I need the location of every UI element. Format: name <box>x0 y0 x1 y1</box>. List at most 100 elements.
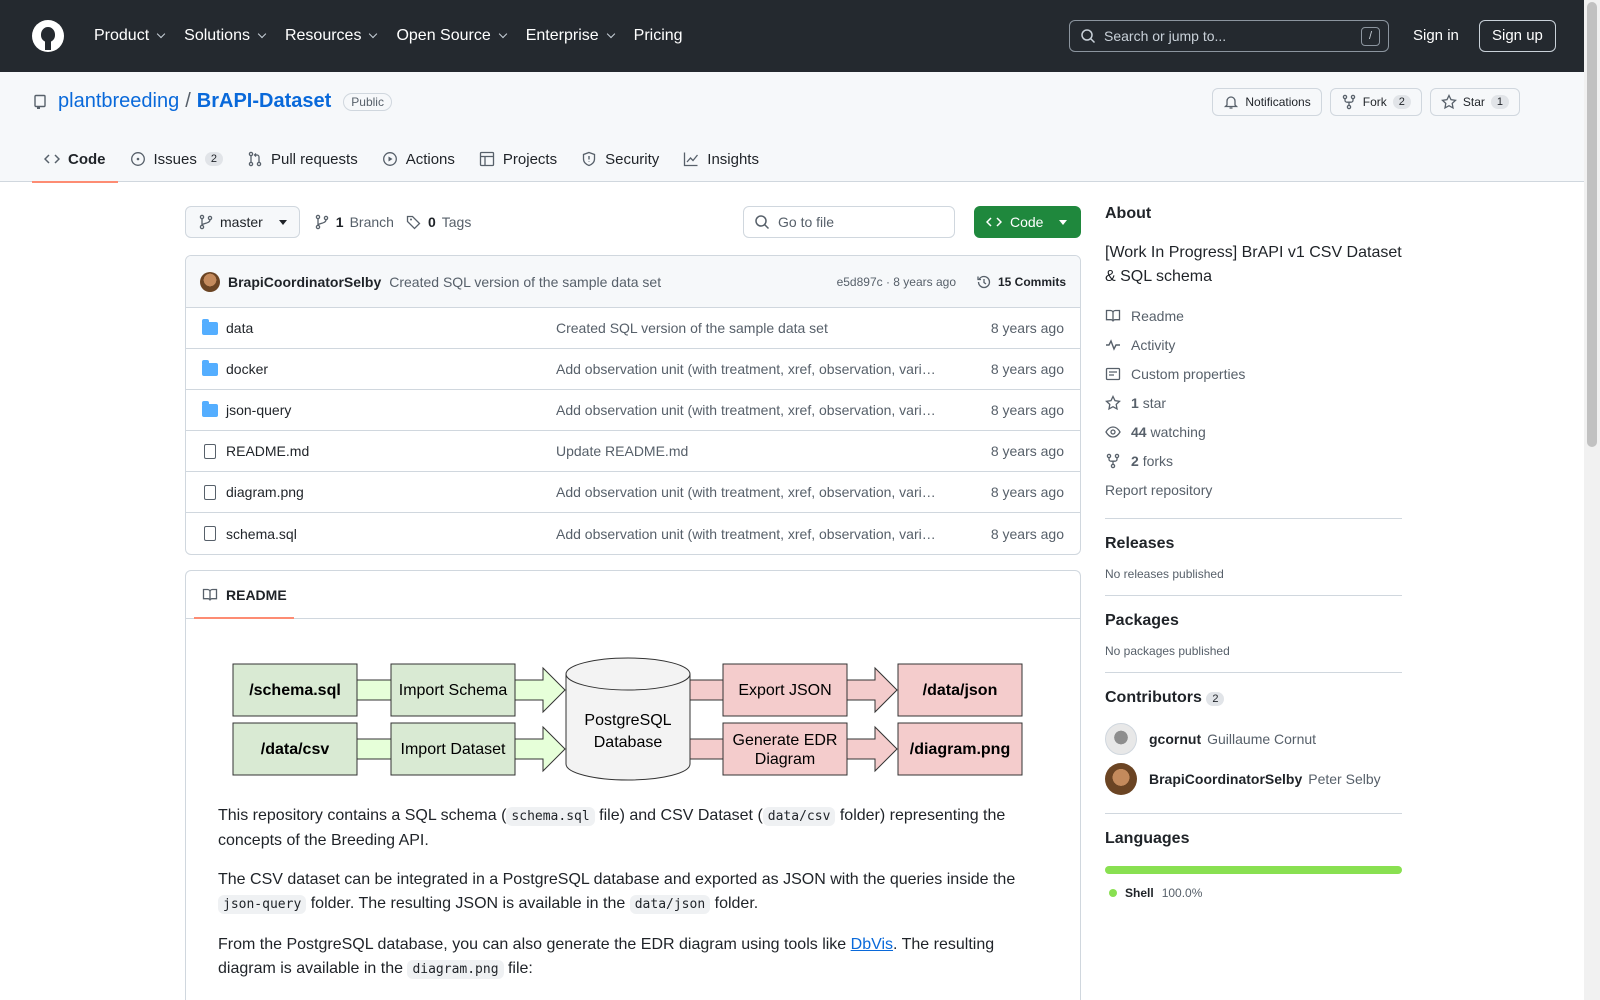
fork-icon <box>1105 453 1121 469</box>
commit-sha-link[interactable]: e5d897c · 8 years ago <box>837 275 956 289</box>
search-icon <box>754 214 770 230</box>
readme-link[interactable]: Readme <box>1105 301 1402 330</box>
file-commit-message[interactable]: Add observation unit (with treatment, xr… <box>556 361 936 377</box>
custom-properties-link[interactable]: Custom properties <box>1105 359 1402 388</box>
file-row[interactable]: schema.sql Add observation unit (with tr… <box>186 513 1080 554</box>
chevron-down-icon <box>156 29 166 39</box>
contributors-list: gcornut Guillaume Cornut BrapiCoordinato… <box>1105 719 1402 799</box>
fork-button[interactable]: Fork 2 <box>1329 88 1422 116</box>
releases-heading[interactable]: Releases <box>1105 535 1402 553</box>
fork-count: 2 <box>1392 95 1411 109</box>
contributors-heading[interactable]: Contributors 2 <box>1105 689 1402 707</box>
file-row[interactable]: data Created SQL version of the sample d… <box>186 308 1080 349</box>
file-name-link[interactable]: data <box>226 320 556 336</box>
tags-link[interactable]: 0 Tags <box>406 214 471 230</box>
tab-code[interactable]: Code <box>32 136 118 183</box>
packages-empty: No packages published <box>1105 644 1230 658</box>
nav-enterprise[interactable]: Enterprise <box>518 20 622 52</box>
contributor-item[interactable]: BrapiCoordinatorSelby Peter Selby <box>1105 759 1402 799</box>
connector-arrow <box>356 738 392 760</box>
file-age: 8 years ago <box>990 525 1064 542</box>
watchers-link[interactable]: 44 watching <box>1105 417 1402 446</box>
nav-product[interactable]: Product <box>86 20 172 52</box>
stars-link[interactable]: 1 star <box>1105 388 1402 417</box>
commits-history-link[interactable]: 15 Commits <box>976 274 1066 290</box>
inline-code: data/csv <box>762 807 836 826</box>
code-download-button[interactable]: Code <box>974 206 1081 238</box>
connector-arrow <box>689 679 724 701</box>
nav-pricing[interactable]: Pricing <box>626 20 691 52</box>
star-button[interactable]: Star 1 <box>1429 88 1520 116</box>
tab-actions[interactable]: Actions <box>370 136 467 182</box>
tab-pull-requests[interactable]: Pull requests <box>235 136 370 182</box>
language-item[interactable]: Shell 100.0% <box>1105 886 1402 900</box>
github-logo-icon[interactable] <box>32 20 64 52</box>
about-links: Readme Activity Custom properties 1 star… <box>1105 301 1402 504</box>
file-commit-message[interactable]: Add observation unit (with treatment, xr… <box>556 402 936 418</box>
page-scrollbar[interactable] <box>1584 0 1600 1000</box>
issues-count: 2 <box>204 152 223 166</box>
dbvis-link[interactable]: DbVis <box>851 936 893 953</box>
nav-solutions[interactable]: Solutions <box>176 20 273 52</box>
file-row[interactable]: diagram.png Add observation unit (with t… <box>186 472 1080 513</box>
tab-insights[interactable]: Insights <box>671 136 771 182</box>
repo-sidebar: About [Work In Progress] BrAPI v1 CSV Da… <box>1105 205 1402 900</box>
file-commit-message[interactable]: Add observation unit (with treatment, xr… <box>556 484 936 500</box>
tab-projects[interactable]: Projects <box>467 136 569 182</box>
forks-link[interactable]: 2 forks <box>1105 446 1402 475</box>
divider <box>1105 813 1402 814</box>
file-name-link[interactable]: docker <box>226 361 556 377</box>
packages-heading[interactable]: Packages <box>1105 612 1402 630</box>
global-search-input[interactable]: Search or jump to... / <box>1069 20 1389 52</box>
git-branch-icon <box>198 214 214 230</box>
readme-tab[interactable]: README <box>186 571 1080 619</box>
sign-up-button[interactable]: Sign up <box>1479 20 1556 52</box>
repo-icon <box>32 94 48 110</box>
nav-open-source[interactable]: Open Source <box>388 20 513 52</box>
avatar[interactable] <box>200 271 220 292</box>
file-name-link[interactable]: README.md <box>226 443 556 459</box>
chevron-down-icon <box>369 29 378 39</box>
nav-resources[interactable]: Resources <box>277 20 384 52</box>
tag-icon <box>406 214 422 230</box>
import-dataset-label: Import Dataset <box>401 741 506 758</box>
file-row[interactable]: docker Add observation unit (with treatm… <box>186 349 1080 390</box>
arrow-right <box>514 666 566 714</box>
repo-name-link[interactable]: BrAPI-Dataset <box>197 90 331 113</box>
contributor-item[interactable]: gcornut Guillaume Cornut <box>1105 719 1402 759</box>
activity-link[interactable]: Activity <box>1105 330 1402 359</box>
contributors-count: 2 <box>1206 692 1225 706</box>
eye-icon <box>1105 424 1121 440</box>
file-name-link[interactable]: schema.sql <box>226 526 556 542</box>
commit-author-link[interactable]: BrapiCoordinatorSelby <box>228 274 381 290</box>
branch-select-button[interactable]: master <box>185 206 300 238</box>
avatar <box>1105 763 1137 795</box>
report-repository-link[interactable]: Report repository <box>1105 475 1402 504</box>
file-browser: BrapiCoordinatorSelby Created SQL versio… <box>185 255 1081 555</box>
repo-owner-link[interactable]: plantbreeding <box>58 90 179 113</box>
file-row[interactable]: json-query Add observation unit (with tr… <box>186 390 1080 431</box>
chevron-down-icon <box>257 29 267 39</box>
file-row[interactable]: README.md Update README.md 8 years ago <box>186 431 1080 472</box>
file-commit-message[interactable]: Add observation unit (with treatment, xr… <box>556 526 936 542</box>
file-name-link[interactable]: diagram.png <box>226 484 556 500</box>
tab-security[interactable]: Security <box>569 136 671 182</box>
about-heading: About <box>1105 205 1152 222</box>
file-commit-message[interactable]: Created SQL version of the sample data s… <box>556 320 936 336</box>
pull-request-icon <box>247 151 263 167</box>
search-shortcut-badge: / <box>1361 27 1380 46</box>
folder-icon <box>202 318 218 335</box>
file-name-link[interactable]: json-query <box>226 402 556 418</box>
scrollbar-thumb[interactable] <box>1587 2 1597 447</box>
commit-message-link[interactable]: Created SQL version of the sample data s… <box>389 274 661 290</box>
file-commit-message[interactable]: Update README.md <box>556 443 936 459</box>
tab-issues[interactable]: Issues 2 <box>118 136 235 182</box>
releases-empty: No releases published <box>1105 567 1224 581</box>
go-to-file-input[interactable]: Go to file <box>743 206 955 238</box>
notifications-button[interactable]: Notifications <box>1212 88 1322 116</box>
visibility-badge: Public <box>343 92 392 111</box>
data-json-label: /data/json <box>923 682 998 699</box>
sign-in-link[interactable]: Sign in <box>1405 20 1467 52</box>
branches-link[interactable]: 1 Branch <box>314 214 394 230</box>
divider <box>1105 595 1402 596</box>
